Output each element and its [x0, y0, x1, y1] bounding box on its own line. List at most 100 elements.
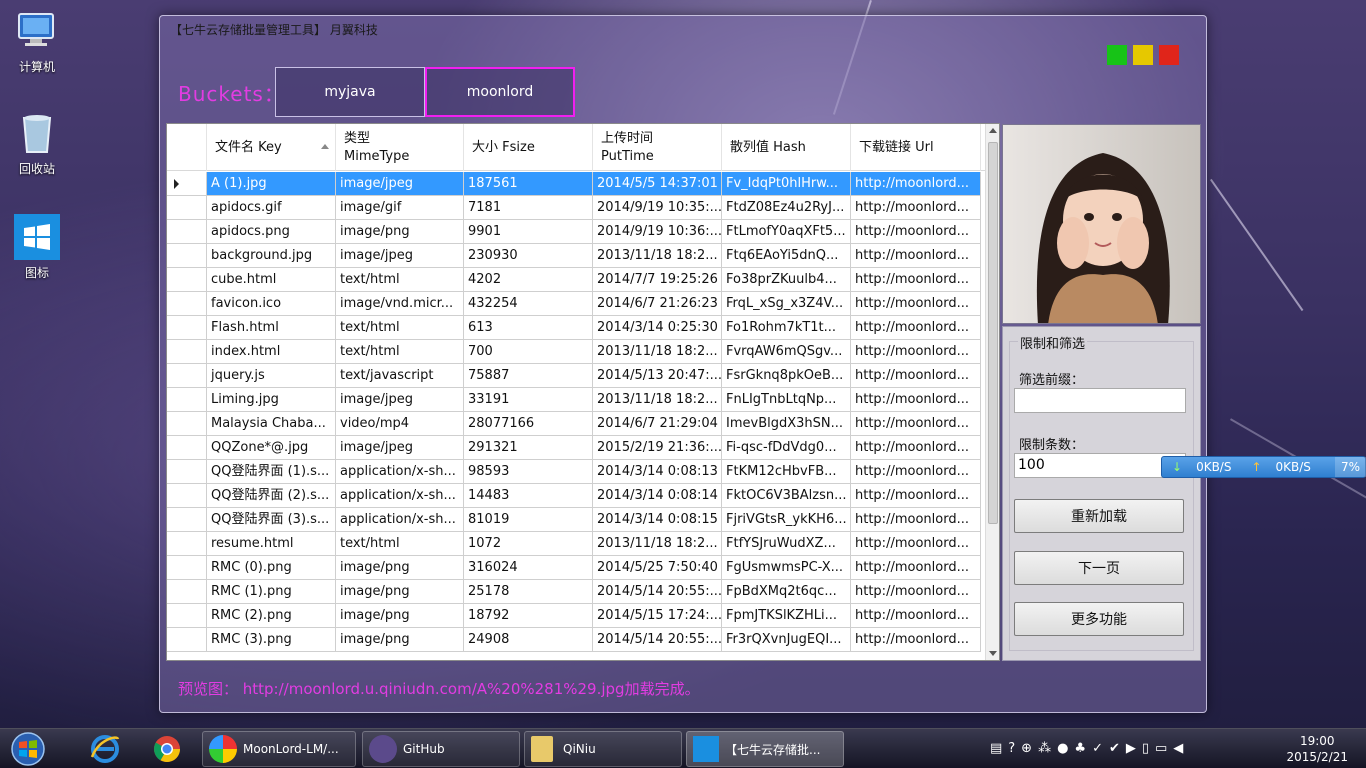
- cell-url[interactable]: http://moonlord...: [851, 532, 981, 556]
- cell-hash[interactable]: FvrqAW6mQSgv...: [722, 340, 851, 364]
- cell-key[interactable]: QQZone*@.jpg: [207, 436, 336, 460]
- cell-url[interactable]: http://moonlord...: [851, 508, 981, 532]
- table-row[interactable]: QQZone*@.jpg image/jpeg 291321 2015/2/19 21…: [167, 436, 987, 460]
- cell-url[interactable]: http://moonlord...: [851, 460, 981, 484]
- cell-mimetype[interactable]: image/png: [336, 604, 464, 628]
- column-header-key[interactable]: 文件名 Key: [207, 124, 336, 171]
- cell-mimetype[interactable]: image/gif: [336, 196, 464, 220]
- row-header[interactable]: [167, 244, 207, 268]
- cell-puttime[interactable]: 2014/3/14 0:25:30: [593, 316, 722, 340]
- cell-fsize[interactable]: 81019: [464, 508, 593, 532]
- system-clock[interactable]: 19:00 2015/2/21: [1286, 733, 1348, 765]
- cell-fsize[interactable]: 613: [464, 316, 593, 340]
- cell-puttime[interactable]: 2014/5/15 17:24:...: [593, 604, 722, 628]
- table-row[interactable]: Liming.jpg image/jpeg 33191 2013/11/18 18:2…: [167, 388, 987, 412]
- cell-url[interactable]: http://moonlord...: [851, 412, 981, 436]
- column-header-fsize[interactable]: 大小 Fsize: [464, 124, 593, 171]
- cell-mimetype[interactable]: image/jpeg: [336, 388, 464, 412]
- table-row[interactable]: favicon.ico image/vnd.micr... 432254 2014/6…: [167, 292, 987, 316]
- row-header[interactable]: [167, 340, 207, 364]
- cell-fsize[interactable]: 7181: [464, 196, 593, 220]
- row-header[interactable]: [167, 508, 207, 532]
- row-header[interactable]: [167, 316, 207, 340]
- cell-key[interactable]: RMC (2).png: [207, 604, 336, 628]
- cell-fsize[interactable]: 75887: [464, 364, 593, 388]
- cell-fsize[interactable]: 432254: [464, 292, 593, 316]
- next-page-button[interactable]: 下一页: [1014, 551, 1184, 585]
- bucket-tab-myjava[interactable]: myjava: [275, 67, 425, 117]
- cell-key[interactable]: RMC (1).png: [207, 580, 336, 604]
- cell-puttime[interactable]: 2014/7/7 19:25:26: [593, 268, 722, 292]
- cell-url[interactable]: http://moonlord...: [851, 484, 981, 508]
- table-row[interactable]: cube.html text/html 4202 2014/7/7 19:25:26 F…: [167, 268, 987, 292]
- cell-hash[interactable]: Fo1Rohm7kT1t...: [722, 316, 851, 340]
- cell-key[interactable]: favicon.ico: [207, 292, 336, 316]
- column-header-mimetype[interactable]: 类型 MimeType: [336, 124, 464, 171]
- cell-key[interactable]: apidocs.gif: [207, 196, 336, 220]
- cell-key[interactable]: jquery.js: [207, 364, 336, 388]
- cell-hash[interactable]: Fv_IdqPt0hlHrw...: [722, 172, 851, 196]
- file-grid[interactable]: 文件名 Key 类型 MimeType 大小 Fsize 上传时间 PutTime …: [166, 123, 1000, 661]
- network-speed-widget[interactable]: ↓ 0KB/S ↑ 0KB/S 7%: [1161, 456, 1366, 478]
- cell-url[interactable]: http://moonlord...: [851, 244, 981, 268]
- cell-puttime[interactable]: 2013/11/18 18:2...: [593, 388, 722, 412]
- prefix-input[interactable]: [1014, 388, 1186, 413]
- table-row[interactable]: RMC (0).png image/png 316024 2014/5/25 7:50…: [167, 556, 987, 580]
- cell-puttime[interactable]: 2014/3/14 0:08:15: [593, 508, 722, 532]
- yellow-indicator-icon[interactable]: [1133, 45, 1153, 65]
- cell-url[interactable]: http://moonlord...: [851, 316, 981, 340]
- cell-hash[interactable]: FtLmofY0aqXFt5...: [722, 220, 851, 244]
- cell-puttime[interactable]: 2014/5/5 14:37:01: [593, 172, 722, 196]
- cell-url[interactable]: http://moonlord...: [851, 628, 981, 652]
- cell-puttime[interactable]: 2014/5/13 20:47:...: [593, 364, 722, 388]
- table-row[interactable]: A (1).jpg image/jpeg 187561 2014/5/5 14:37:…: [167, 172, 987, 196]
- cell-key[interactable]: resume.html: [207, 532, 336, 556]
- column-header-url[interactable]: 下载链接 Url: [851, 124, 981, 171]
- cell-puttime[interactable]: 2013/11/18 18:2...: [593, 532, 722, 556]
- cell-key[interactable]: QQ登陆界面 (3).s...: [207, 508, 336, 532]
- cell-hash[interactable]: FtfYSJruWudXZ...: [722, 532, 851, 556]
- cell-fsize[interactable]: 18792: [464, 604, 593, 628]
- cell-hash[interactable]: FpmJTKSlKZHLi...: [722, 604, 851, 628]
- cell-mimetype[interactable]: image/jpeg: [336, 244, 464, 268]
- cell-key[interactable]: Flash.html: [207, 316, 336, 340]
- cell-mimetype[interactable]: text/html: [336, 340, 464, 364]
- table-row[interactable]: apidocs.png image/png 9901 2014/9/19 10:36:…: [167, 220, 987, 244]
- cell-fsize[interactable]: 316024: [464, 556, 593, 580]
- desktop-icon-folder[interactable]: 图标: [8, 214, 66, 281]
- table-row[interactable]: RMC (1).png image/png 25178 2014/5/14 20:55…: [167, 580, 987, 604]
- chrome-icon[interactable]: [140, 731, 194, 767]
- cell-url[interactable]: http://moonlord...: [851, 556, 981, 580]
- cell-mimetype[interactable]: text/javascript: [336, 364, 464, 388]
- cell-url[interactable]: http://moonlord...: [851, 220, 981, 244]
- table-row[interactable]: QQ登陆界面 (1).s... application/x-sh... 98593 2…: [167, 460, 987, 484]
- cell-fsize[interactable]: 9901: [464, 220, 593, 244]
- more-functions-button[interactable]: 更多功能: [1014, 602, 1184, 636]
- table-row[interactable]: resume.html text/html 1072 2013/11/18 18:2.…: [167, 532, 987, 556]
- cell-puttime[interactable]: 2014/6/7 21:29:04: [593, 412, 722, 436]
- row-header[interactable]: [167, 580, 207, 604]
- cell-url[interactable]: http://moonlord...: [851, 364, 981, 388]
- cell-hash[interactable]: Fr3rQXvnJugEQI...: [722, 628, 851, 652]
- cell-hash[interactable]: FktOC6V3BAlzsn...: [722, 484, 851, 508]
- taskbar-item-moonlord[interactable]: MoonLord-LM/...: [202, 731, 356, 767]
- cell-puttime[interactable]: 2014/5/14 20:55:...: [593, 580, 722, 604]
- table-row[interactable]: QQ登陆界面 (3).s... application/x-sh... 81019 2…: [167, 508, 987, 532]
- cell-mimetype[interactable]: image/png: [336, 556, 464, 580]
- cell-hash[interactable]: ImevBlgdX3hSN...: [722, 412, 851, 436]
- cell-mimetype[interactable]: video/mp4: [336, 412, 464, 436]
- cell-mimetype[interactable]: image/png: [336, 628, 464, 652]
- cell-key[interactable]: cube.html: [207, 268, 336, 292]
- cell-fsize[interactable]: 33191: [464, 388, 593, 412]
- cell-url[interactable]: http://moonlord...: [851, 436, 981, 460]
- cell-hash[interactable]: Fi-qsc-fDdVdg0...: [722, 436, 851, 460]
- table-row[interactable]: Flash.html text/html 613 2014/3/14 0:25:30 F…: [167, 316, 987, 340]
- table-row[interactable]: apidocs.gif image/gif 7181 2014/9/19 10:35:…: [167, 196, 987, 220]
- row-header[interactable]: [167, 460, 207, 484]
- cell-key[interactable]: RMC (3).png: [207, 628, 336, 652]
- cell-puttime[interactable]: 2013/11/18 18:2...: [593, 244, 722, 268]
- cell-hash[interactable]: Ftq6EAoYi5dnQ...: [722, 244, 851, 268]
- row-header[interactable]: [167, 364, 207, 388]
- table-row[interactable]: RMC (3).png image/png 24908 2014/5/14 20:55…: [167, 628, 987, 652]
- cell-key[interactable]: Liming.jpg: [207, 388, 336, 412]
